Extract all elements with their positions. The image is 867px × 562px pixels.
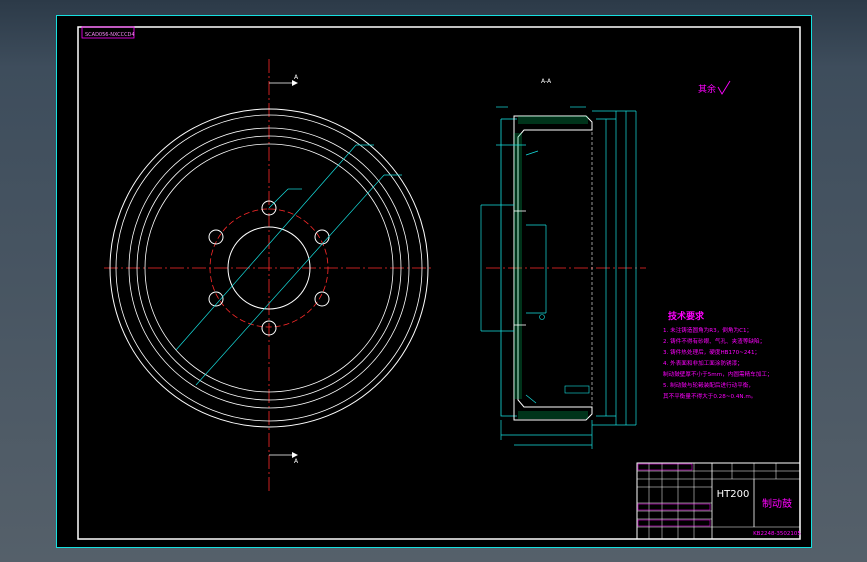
inner-border xyxy=(77,26,801,540)
requirement-item: 3. 铸件热处理后，硬度HB170~241； xyxy=(663,348,760,356)
stamp-box: SCAD056-NXCCCD4 xyxy=(81,26,135,39)
drawing-sheet[interactable]: SCAD056-NXCCCD4 A A A-A 其余 技术要求 1. 未注铸造圆… xyxy=(56,15,812,548)
front-view: A A xyxy=(104,59,434,493)
title-block[interactable]: HT200 制动鼓 KB2248-3502105 xyxy=(636,462,801,540)
requirement-item: 其不平衡量不得大于0.28~0.4N.m。 xyxy=(663,392,756,400)
requirements-title: 技术要求 xyxy=(668,310,705,322)
surface-finish-note: 其余 xyxy=(698,80,731,95)
part-name: 制动鼓 xyxy=(762,497,792,510)
requirement-item: 4. 外表面和非加工面涂防锈漆； xyxy=(663,359,743,367)
section-label: A-A xyxy=(541,78,552,85)
technical-requirements: 技术要求 1. 未注铸造圆角为R3，倒角为C1； 2. 铸件不得有砂眼、气孔、夹… xyxy=(663,310,773,400)
material-label: HT200 xyxy=(717,489,750,500)
requirement-item: 1. 未注铸造圆角为R3，倒角为C1； xyxy=(663,326,752,334)
section-view: A-A xyxy=(480,78,646,449)
outer-border xyxy=(56,15,812,548)
requirement-item: 5. 制动鼓与轮毂装配后进行动平衡， xyxy=(663,381,754,389)
section-marker-top: A xyxy=(294,74,299,81)
cad-viewport: SCAD056-NXCCCD4 A A A-A 其余 技术要求 1. 未注铸造圆… xyxy=(0,0,867,562)
requirement-item: 制动鼓壁厚不小于5mm，内圆需精车加工； xyxy=(663,370,773,378)
drawing-number: KB2248-3502105 xyxy=(753,531,801,537)
requirement-item: 2. 铸件不得有砂眼、气孔、夹渣等缺陷； xyxy=(663,337,765,345)
finish-note: 其余 xyxy=(698,83,716,95)
stamp-text: SCAD056-NXCCCD4 xyxy=(85,32,135,38)
drawing-svg: SCAD056-NXCCCD4 A A A-A 其余 技术要求 1. 未注铸造圆… xyxy=(56,15,812,548)
section-marker-bottom: A xyxy=(294,458,299,465)
